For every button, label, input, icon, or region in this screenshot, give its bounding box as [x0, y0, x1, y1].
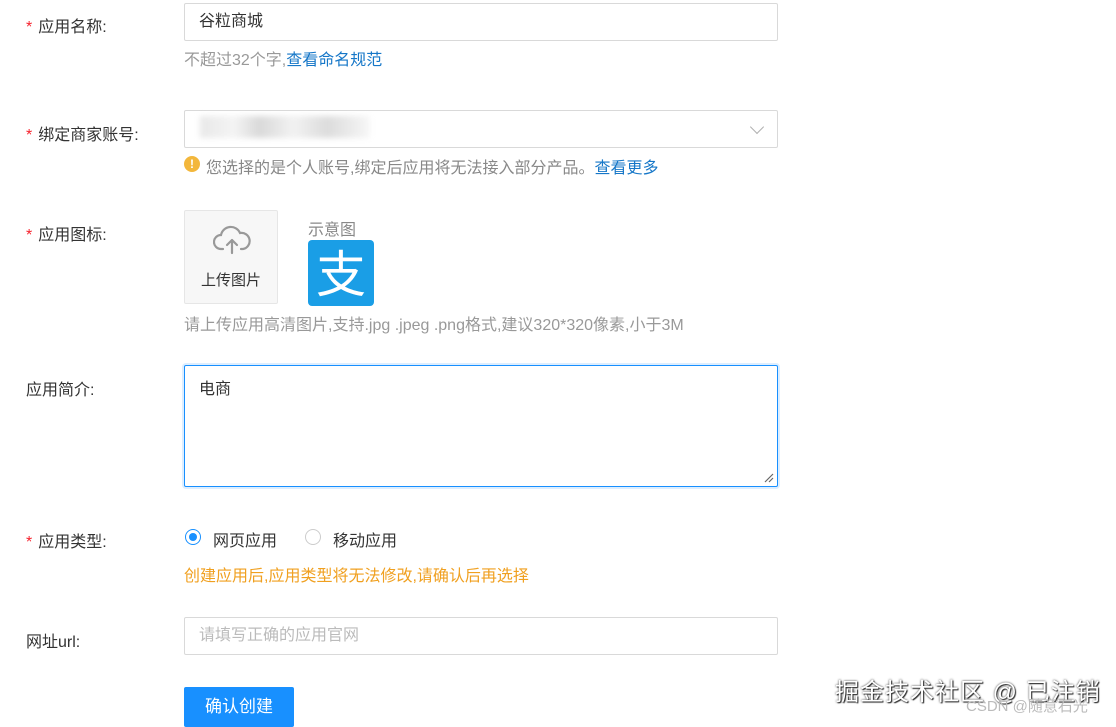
app-type-label-text: 应用类型: [38, 534, 107, 551]
warning-icon: ! [184, 156, 200, 172]
app-icon-label: * 应用图标: [26, 221, 107, 245]
app-type-label: * 应用类型: [26, 528, 107, 552]
confirm-create-button[interactable]: 确认创建 [184, 687, 294, 727]
resize-handle-icon[interactable] [764, 473, 774, 483]
app-type-warning: 创建应用后,应用类型将无法修改,请确认后再选择 [184, 568, 529, 585]
naming-rules-link[interactable]: 查看命名规范 [286, 52, 382, 69]
url-label-text: 网址url: [26, 634, 81, 651]
app-intro-label-text: 应用简介: [26, 382, 95, 399]
radio-mobile-app-label[interactable]: 移动应用 [333, 527, 397, 551]
required-mark: * [26, 227, 33, 244]
app-name-label: * 应用名称: [26, 13, 107, 37]
alipay-glyph: 支 [316, 246, 366, 304]
cloud-upload-icon [213, 225, 251, 255]
app-name-input[interactable]: 谷粒商城 [184, 3, 778, 41]
radio-web-app[interactable] [185, 529, 201, 545]
app-name-value: 谷粒商城 [199, 13, 264, 30]
app-intro-value: 电商 [199, 381, 232, 398]
account-notice: 您选择的是个人账号,绑定后应用将无法接入部分产品。查看更多 [206, 154, 658, 178]
upload-image-text: 上传图片 [200, 272, 261, 289]
url-label: 网址url: [26, 628, 80, 652]
merchant-account-label-text: 绑定商家账号: [38, 127, 139, 144]
app-name-hint: 不超过32个字,查看命名规范 [184, 46, 382, 70]
required-mark: * [26, 534, 33, 551]
url-placeholder: 请填写正确的应用官网 [199, 627, 360, 644]
app-name-label-text: 应用名称: [38, 19, 107, 36]
sample-label: 示意图 [308, 222, 357, 239]
blurred-account-value [200, 116, 370, 138]
radio-mobile-app[interactable] [305, 529, 321, 545]
app-name-hint-text: 不超过32个字, [184, 52, 287, 69]
url-input[interactable]: 请填写正确的应用官网 [184, 617, 778, 655]
watermark-csdn: CSDN @随意石光 [966, 698, 1088, 715]
required-mark: * [26, 127, 33, 144]
app-icon-hint: 请上传应用高清图片,支持.jpg .jpeg .png格式,建议320*320像… [184, 317, 684, 334]
merchant-account-label: * 绑定商家账号: [26, 121, 139, 145]
alipay-sample-icon: 支 [308, 240, 374, 306]
radio-web-app-label[interactable]: 网页应用 [213, 527, 277, 551]
upload-image-button[interactable]: 上传图片 [184, 210, 278, 304]
required-mark: * [26, 19, 33, 36]
view-more-link[interactable]: 查看更多 [594, 160, 658, 177]
account-notice-text: 您选择的是个人账号,绑定后应用将无法接入部分产品。 [206, 160, 595, 177]
app-icon-label-text: 应用图标: [38, 227, 107, 244]
app-intro-label: 应用简介: [26, 376, 94, 400]
alipay-logo: 支 [316, 246, 366, 304]
app-intro-textarea[interactable]: 电商 [184, 365, 778, 487]
